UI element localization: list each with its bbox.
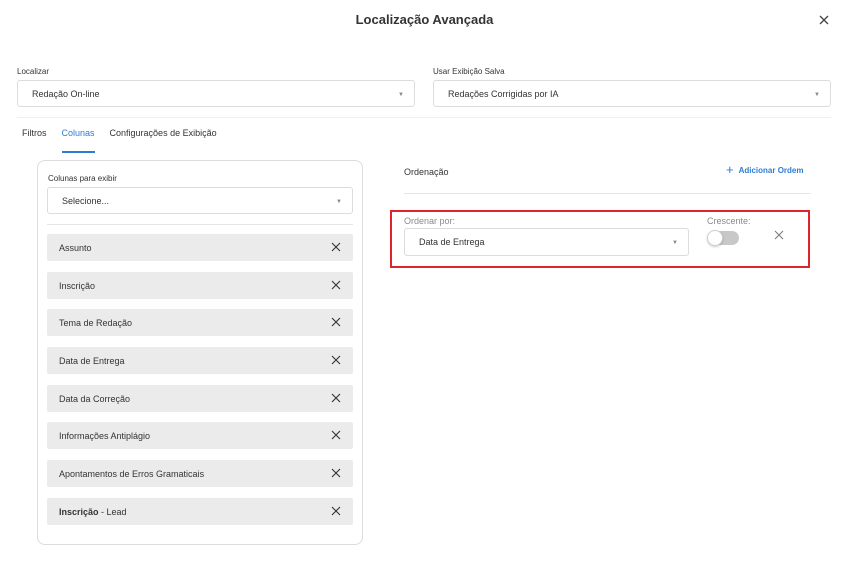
column-item-label: Informações Antiplágio (59, 430, 151, 441)
localizar-select[interactable]: Redação On-line ▼ (17, 80, 415, 107)
tab-filtros[interactable]: Filtros (22, 128, 47, 153)
remove-icon[interactable] (331, 355, 341, 365)
colunas-divider (47, 224, 353, 225)
chevron-down-icon: ▼ (336, 199, 342, 205)
tab-colunas[interactable]: Colunas (61, 128, 95, 153)
ordenar-por-label: Ordenar por: (404, 216, 456, 226)
remove-icon[interactable] (331, 280, 341, 290)
column-item-label: Tema de Redação (59, 317, 133, 328)
remove-order-icon[interactable] (774, 230, 784, 240)
column-item-label: Assunto (59, 242, 92, 253)
column-item-label: Inscrição (59, 280, 96, 291)
plus-icon: + (726, 162, 734, 177)
close-icon[interactable] (817, 13, 831, 27)
column-item-inscricao: Inscrição (47, 272, 353, 299)
chevron-down-icon: ▼ (672, 240, 678, 246)
colunas-select[interactable]: Selecione... ▼ (47, 187, 353, 214)
column-item-antiplagio: Informações Antiplágio (47, 422, 353, 449)
ordenacao-title: Ordenação (404, 167, 449, 177)
crescente-label: Crescente: (707, 216, 751, 226)
column-item-tema-redacao: Tema de Redação (47, 309, 353, 336)
add-order-button[interactable]: + Adicionar Ordem (726, 162, 804, 177)
remove-icon[interactable] (331, 468, 341, 478)
column-item-assunto: Assunto (47, 234, 353, 261)
add-order-label: Adicionar Ordem (738, 165, 804, 175)
ordenar-por-value: Data de Entrega (419, 237, 485, 247)
remove-icon[interactable] (331, 506, 341, 516)
exibicao-salva-value: Redações Corrigidas por IA (448, 88, 559, 99)
ordenacao-divider (404, 193, 811, 194)
dialog-title: Localização Avançada (355, 12, 494, 27)
remove-icon[interactable] (331, 317, 341, 327)
column-item-inscricao-lead: Inscrição - Lead (47, 498, 353, 525)
localizar-label: Localizar (17, 67, 50, 76)
colunas-placeholder: Selecione... (62, 195, 110, 206)
column-item-data-correcao: Data da Correção (47, 385, 353, 412)
column-item-label-bold: Inscrição (59, 506, 99, 517)
column-item-erros-gramaticais: Apontamentos de Erros Gramaticais (47, 460, 353, 487)
column-item-label: Data de Entrega (59, 355, 125, 366)
ordenar-por-select[interactable]: Data de Entrega ▼ (404, 228, 689, 256)
column-item-label-rest: - Lead (98, 506, 127, 517)
tab-bar: Filtros Colunas Configurações de Exibiçã… (22, 128, 232, 153)
column-item-label: Data da Correção (59, 393, 131, 404)
tabs-divider (17, 117, 831, 118)
chevron-down-icon: ▼ (398, 92, 404, 98)
column-item-label: Apontamentos de Erros Gramaticais (59, 468, 205, 479)
remove-icon[interactable] (331, 393, 341, 403)
column-item-data-entrega: Data de Entrega (47, 347, 353, 374)
exibicao-salva-label: Usar Exibição Salva (433, 67, 505, 76)
remove-icon[interactable] (331, 430, 341, 440)
exibicao-salva-select[interactable]: Redações Corrigidas por IA ▼ (433, 80, 831, 107)
column-item-label: Inscrição - Lead (59, 507, 127, 517)
toggle-knob (707, 230, 723, 246)
chevron-down-icon: ▼ (814, 92, 820, 98)
tab-configuracoes-exibicao[interactable]: Configurações de Exibição (110, 128, 217, 153)
colunas-label: Colunas para exibir (48, 174, 117, 183)
remove-icon[interactable] (331, 242, 341, 252)
crescente-toggle[interactable] (707, 230, 739, 246)
localizar-value: Redação On-line (32, 88, 100, 99)
